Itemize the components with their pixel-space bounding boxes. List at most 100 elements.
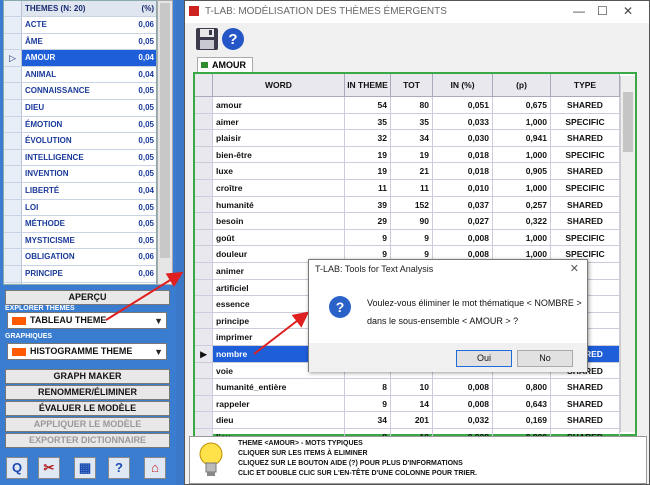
tot-cell[interactable]: 10	[391, 379, 433, 396]
column-header[interactable]: TYPE	[551, 74, 620, 97]
word-cell[interactable]: plaisir	[213, 130, 345, 147]
theme-row[interactable]: LIBERTÉ 0,04	[4, 183, 156, 200]
theme-row[interactable]: MÉTHODE 0,05	[4, 216, 156, 233]
yes-button[interactable]: Oui	[456, 350, 512, 367]
table-row[interactable]: croître 11 11 0,010 1,000 SPECIFIC	[195, 180, 620, 197]
p-cell[interactable]: 1,000	[493, 113, 551, 131]
in-pct-cell[interactable]: 0,008	[433, 229, 493, 247]
theme-row[interactable]: ▷ AMOUR 0,04	[4, 50, 156, 67]
home-icon[interactable]: ⌂	[144, 457, 166, 479]
evaluate-model-button[interactable]: ÉVALUER LE MODÈLE	[5, 401, 170, 416]
column-header[interactable]: (p)	[493, 74, 551, 97]
in-pct-cell[interactable]: 0,018	[433, 146, 493, 164]
theme-row[interactable]: OBLIGATION 0,06	[4, 249, 156, 266]
type-cell[interactable]: SHARED	[551, 412, 620, 429]
tot-cell[interactable]: 14	[391, 395, 433, 413]
type-cell[interactable]: SPECIFIC	[551, 180, 620, 197]
in-pct-cell[interactable]: 0,008	[433, 395, 493, 413]
theme-row[interactable]: MYSTICISME 0,05	[4, 232, 156, 250]
theme-row[interactable]: ÉMOTION 0,05	[4, 116, 156, 134]
table-row[interactable]: dieu 34 201 0,032 0,169 SHARED	[195, 412, 620, 429]
in-pct-cell[interactable]: 0,032	[433, 412, 493, 429]
close-icon[interactable]: ✕	[623, 4, 633, 18]
column-header[interactable]: WORD	[213, 74, 345, 97]
p-cell[interactable]: 0,800	[493, 379, 551, 396]
in-theme-cell[interactable]: 8	[345, 379, 391, 396]
p-cell[interactable]: 0,941	[493, 130, 551, 147]
tot-cell[interactable]: 19	[391, 146, 433, 164]
graph-maker-button[interactable]: GRAPH MAKER	[5, 369, 170, 384]
column-header[interactable]: IN (%)	[433, 74, 493, 97]
column-header[interactable]: TOT	[391, 74, 433, 97]
apercu-button[interactable]: APERÇU	[5, 290, 170, 305]
theme-row[interactable]: ANIMAL 0,04	[4, 66, 156, 84]
type-cell[interactable]: SHARED	[551, 130, 620, 147]
no-button[interactable]: No	[517, 350, 573, 367]
table-row[interactable]: goût 9 9 0,008 1,000 SPECIFIC	[195, 229, 620, 247]
p-cell[interactable]: 0,675	[493, 97, 551, 114]
theme-row[interactable]: ÂME 0,05	[4, 33, 156, 51]
p-cell[interactable]: 0,905	[493, 163, 551, 180]
word-cell[interactable]: humanité_entière	[213, 379, 345, 396]
export-dictionary-button[interactable]: EXPORTER DICTIONNAIRE	[5, 433, 170, 448]
table-row[interactable]: besoin 29 90 0,027 0,322 SHARED	[195, 213, 620, 230]
in-pct-cell[interactable]: 0,051	[433, 97, 493, 114]
word-cell[interactable]: rappeler	[213, 395, 345, 413]
p-cell[interactable]: 0,322	[493, 213, 551, 230]
p-cell[interactable]: 0,169	[493, 412, 551, 429]
in-theme-cell[interactable]: 9	[345, 229, 391, 247]
word-cell[interactable]: bien-être	[213, 146, 345, 164]
help-circle-icon[interactable]: ?	[221, 27, 245, 51]
table-row[interactable]: rappeler 9 14 0,008 0,643 SHARED	[195, 395, 620, 413]
rename-eliminate-button[interactable]: RENOMMER/ÉLIMINER	[5, 385, 170, 400]
tot-cell[interactable]: 9	[391, 229, 433, 247]
tot-cell[interactable]: 80	[391, 97, 433, 114]
in-theme-cell[interactable]: 34	[345, 412, 391, 429]
tot-cell[interactable]: 11	[391, 180, 433, 197]
in-theme-cell[interactable]: 19	[345, 163, 391, 180]
theme-row[interactable]: LOI 0,05	[4, 199, 156, 217]
in-theme-cell[interactable]: 35	[345, 113, 391, 131]
in-theme-cell[interactable]: 32	[345, 130, 391, 147]
tot-cell[interactable]: 90	[391, 213, 433, 230]
word-cell[interactable]: goût	[213, 229, 345, 247]
in-theme-cell[interactable]: 19	[345, 146, 391, 164]
p-cell[interactable]: 1,000	[493, 229, 551, 247]
query-icon[interactable]: Q	[6, 457, 28, 479]
tot-cell[interactable]: 34	[391, 130, 433, 147]
word-cell[interactable]: croître	[213, 180, 345, 197]
in-pct-cell[interactable]: 0,018	[433, 163, 493, 180]
word-cell[interactable]: humanité	[213, 196, 345, 214]
tot-cell[interactable]: 201	[391, 412, 433, 429]
table-row[interactable]: humanité_entière 8 10 0,008 0,800 SHARED	[195, 379, 620, 396]
type-cell[interactable]: SPECIFIC	[551, 229, 620, 247]
in-theme-cell[interactable]: 29	[345, 213, 391, 230]
in-pct-cell[interactable]: 0,027	[433, 213, 493, 230]
table-row[interactable]: humanité 39 152 0,037 0,257 SHARED	[195, 196, 620, 214]
type-cell[interactable]: SHARED	[551, 97, 620, 114]
type-cell[interactable]: SPECIFIC	[551, 113, 620, 131]
in-pct-cell[interactable]: 0,008	[433, 379, 493, 396]
theme-row[interactable]: RELIGION 0,05	[4, 282, 156, 284]
type-cell[interactable]: SHARED	[551, 196, 620, 214]
tot-cell[interactable]: 35	[391, 113, 433, 131]
in-pct-cell[interactable]: 0,033	[433, 113, 493, 131]
theme-row[interactable]: PRINCIPE 0,06	[4, 266, 156, 283]
p-cell[interactable]: 1,000	[493, 146, 551, 164]
tools-icon[interactable]: ✂	[38, 457, 60, 479]
theme-row[interactable]: ÉVOLUTION 0,05	[4, 133, 156, 150]
table-row[interactable]: luxe 19 21 0,018 0,905 SHARED	[195, 163, 620, 180]
apply-model-button[interactable]: APPLIQUER LE MODÈLE	[5, 417, 170, 432]
p-cell[interactable]: 0,643	[493, 395, 551, 413]
themes-scrollbar[interactable]	[157, 0, 173, 285]
in-theme-cell[interactable]: 9	[345, 395, 391, 413]
word-cell[interactable]: besoin	[213, 213, 345, 230]
minimize-icon[interactable]: —	[573, 4, 585, 18]
type-cell[interactable]: SHARED	[551, 163, 620, 180]
table-row[interactable]: aimer 35 35 0,033 1,000 SPECIFIC	[195, 113, 620, 131]
column-header[interactable]: IN THEME	[345, 74, 391, 97]
close-icon[interactable]: ✕	[570, 262, 579, 275]
in-theme-cell[interactable]: 39	[345, 196, 391, 214]
p-cell[interactable]: 0,257	[493, 196, 551, 214]
word-cell[interactable]: luxe	[213, 163, 345, 180]
